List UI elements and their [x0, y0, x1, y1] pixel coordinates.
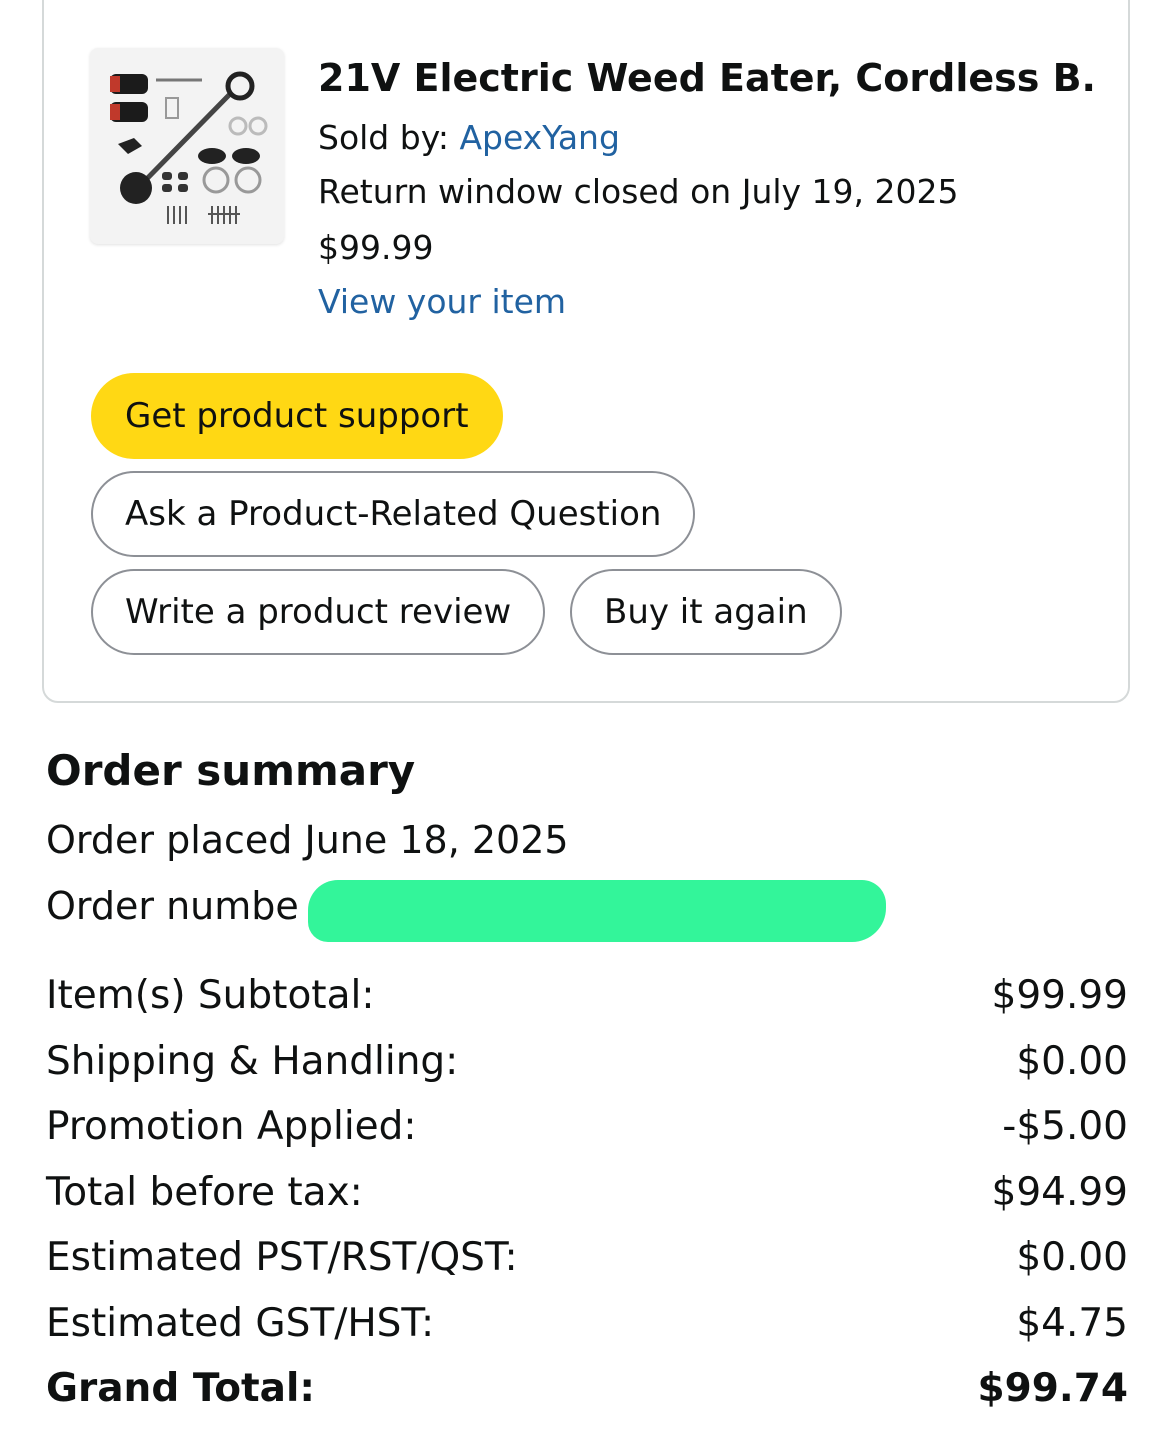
item-price: $99.99: [318, 228, 434, 267]
order-totals: Item(s) Subtotal: $99.99 Shipping & Hand…: [46, 968, 1128, 1427]
summary-row-grand-total: Grand Total: $99.74: [46, 1361, 1128, 1427]
summary-row-value: $4.75: [1016, 1300, 1128, 1346]
summary-row-label: Total before tax:: [46, 1169, 363, 1215]
summary-row-label: Promotion Applied:: [46, 1104, 417, 1149]
ask-question-button[interactable]: Ask a Product-Related Question: [91, 471, 696, 557]
summary-row-value: $0.00: [1016, 1038, 1128, 1084]
get-product-support-button[interactable]: Get product support: [91, 373, 503, 459]
summary-row-label: Estimated GST/HST:: [46, 1300, 435, 1346]
summary-row-value: $0.00: [1016, 1235, 1128, 1280]
sold-by-label: Sold by:: [318, 118, 460, 157]
order-summary-heading: Order summary: [46, 746, 416, 795]
summary-row-label: Estimated PST/RST/QST:: [46, 1235, 518, 1280]
sold-by: Sold by: ApexYang: [318, 118, 620, 157]
product-title[interactable]: 21V Electric Weed Eater, Cordless B...: [318, 56, 1098, 100]
seller-link[interactable]: ApexYang: [459, 118, 619, 157]
summary-row-pst: Estimated PST/RST/QST: $0.00: [46, 1230, 1128, 1296]
return-window-text: Return window closed on July 19, 2025: [318, 172, 959, 211]
product-thumbnail[interactable]: [90, 48, 284, 244]
summary-row-gst: Estimated GST/HST: $4.75: [46, 1296, 1128, 1362]
summary-row-value: $99.74: [977, 1366, 1129, 1411]
view-item-link[interactable]: View your item: [318, 282, 566, 321]
redaction-mark: [308, 880, 886, 942]
summary-row-promotion: Promotion Applied: -$5.00: [46, 1099, 1128, 1165]
summary-row-shipping: Shipping & Handling: $0.00: [46, 1034, 1128, 1100]
buy-again-button[interactable]: Buy it again: [570, 569, 842, 655]
summary-row-value: $99.99: [991, 973, 1128, 1018]
order-placed-date: Order placed June 18, 2025: [46, 818, 569, 862]
summary-row-value: $94.99: [991, 1169, 1128, 1215]
write-review-button[interactable]: Write a product review: [91, 569, 546, 655]
summary-row-before-tax: Total before tax: $94.99: [46, 1165, 1128, 1231]
summary-row-label: Grand Total:: [46, 1366, 315, 1411]
summary-row-value: -$5.00: [1002, 1104, 1128, 1149]
summary-row-subtotal: Item(s) Subtotal: $99.99: [46, 968, 1128, 1034]
product-image-icon: [110, 71, 268, 224]
summary-row-label: Item(s) Subtotal:: [46, 973, 375, 1018]
order-number-label: Order numbe: [46, 884, 299, 928]
summary-row-label: Shipping & Handling:: [46, 1038, 459, 1084]
